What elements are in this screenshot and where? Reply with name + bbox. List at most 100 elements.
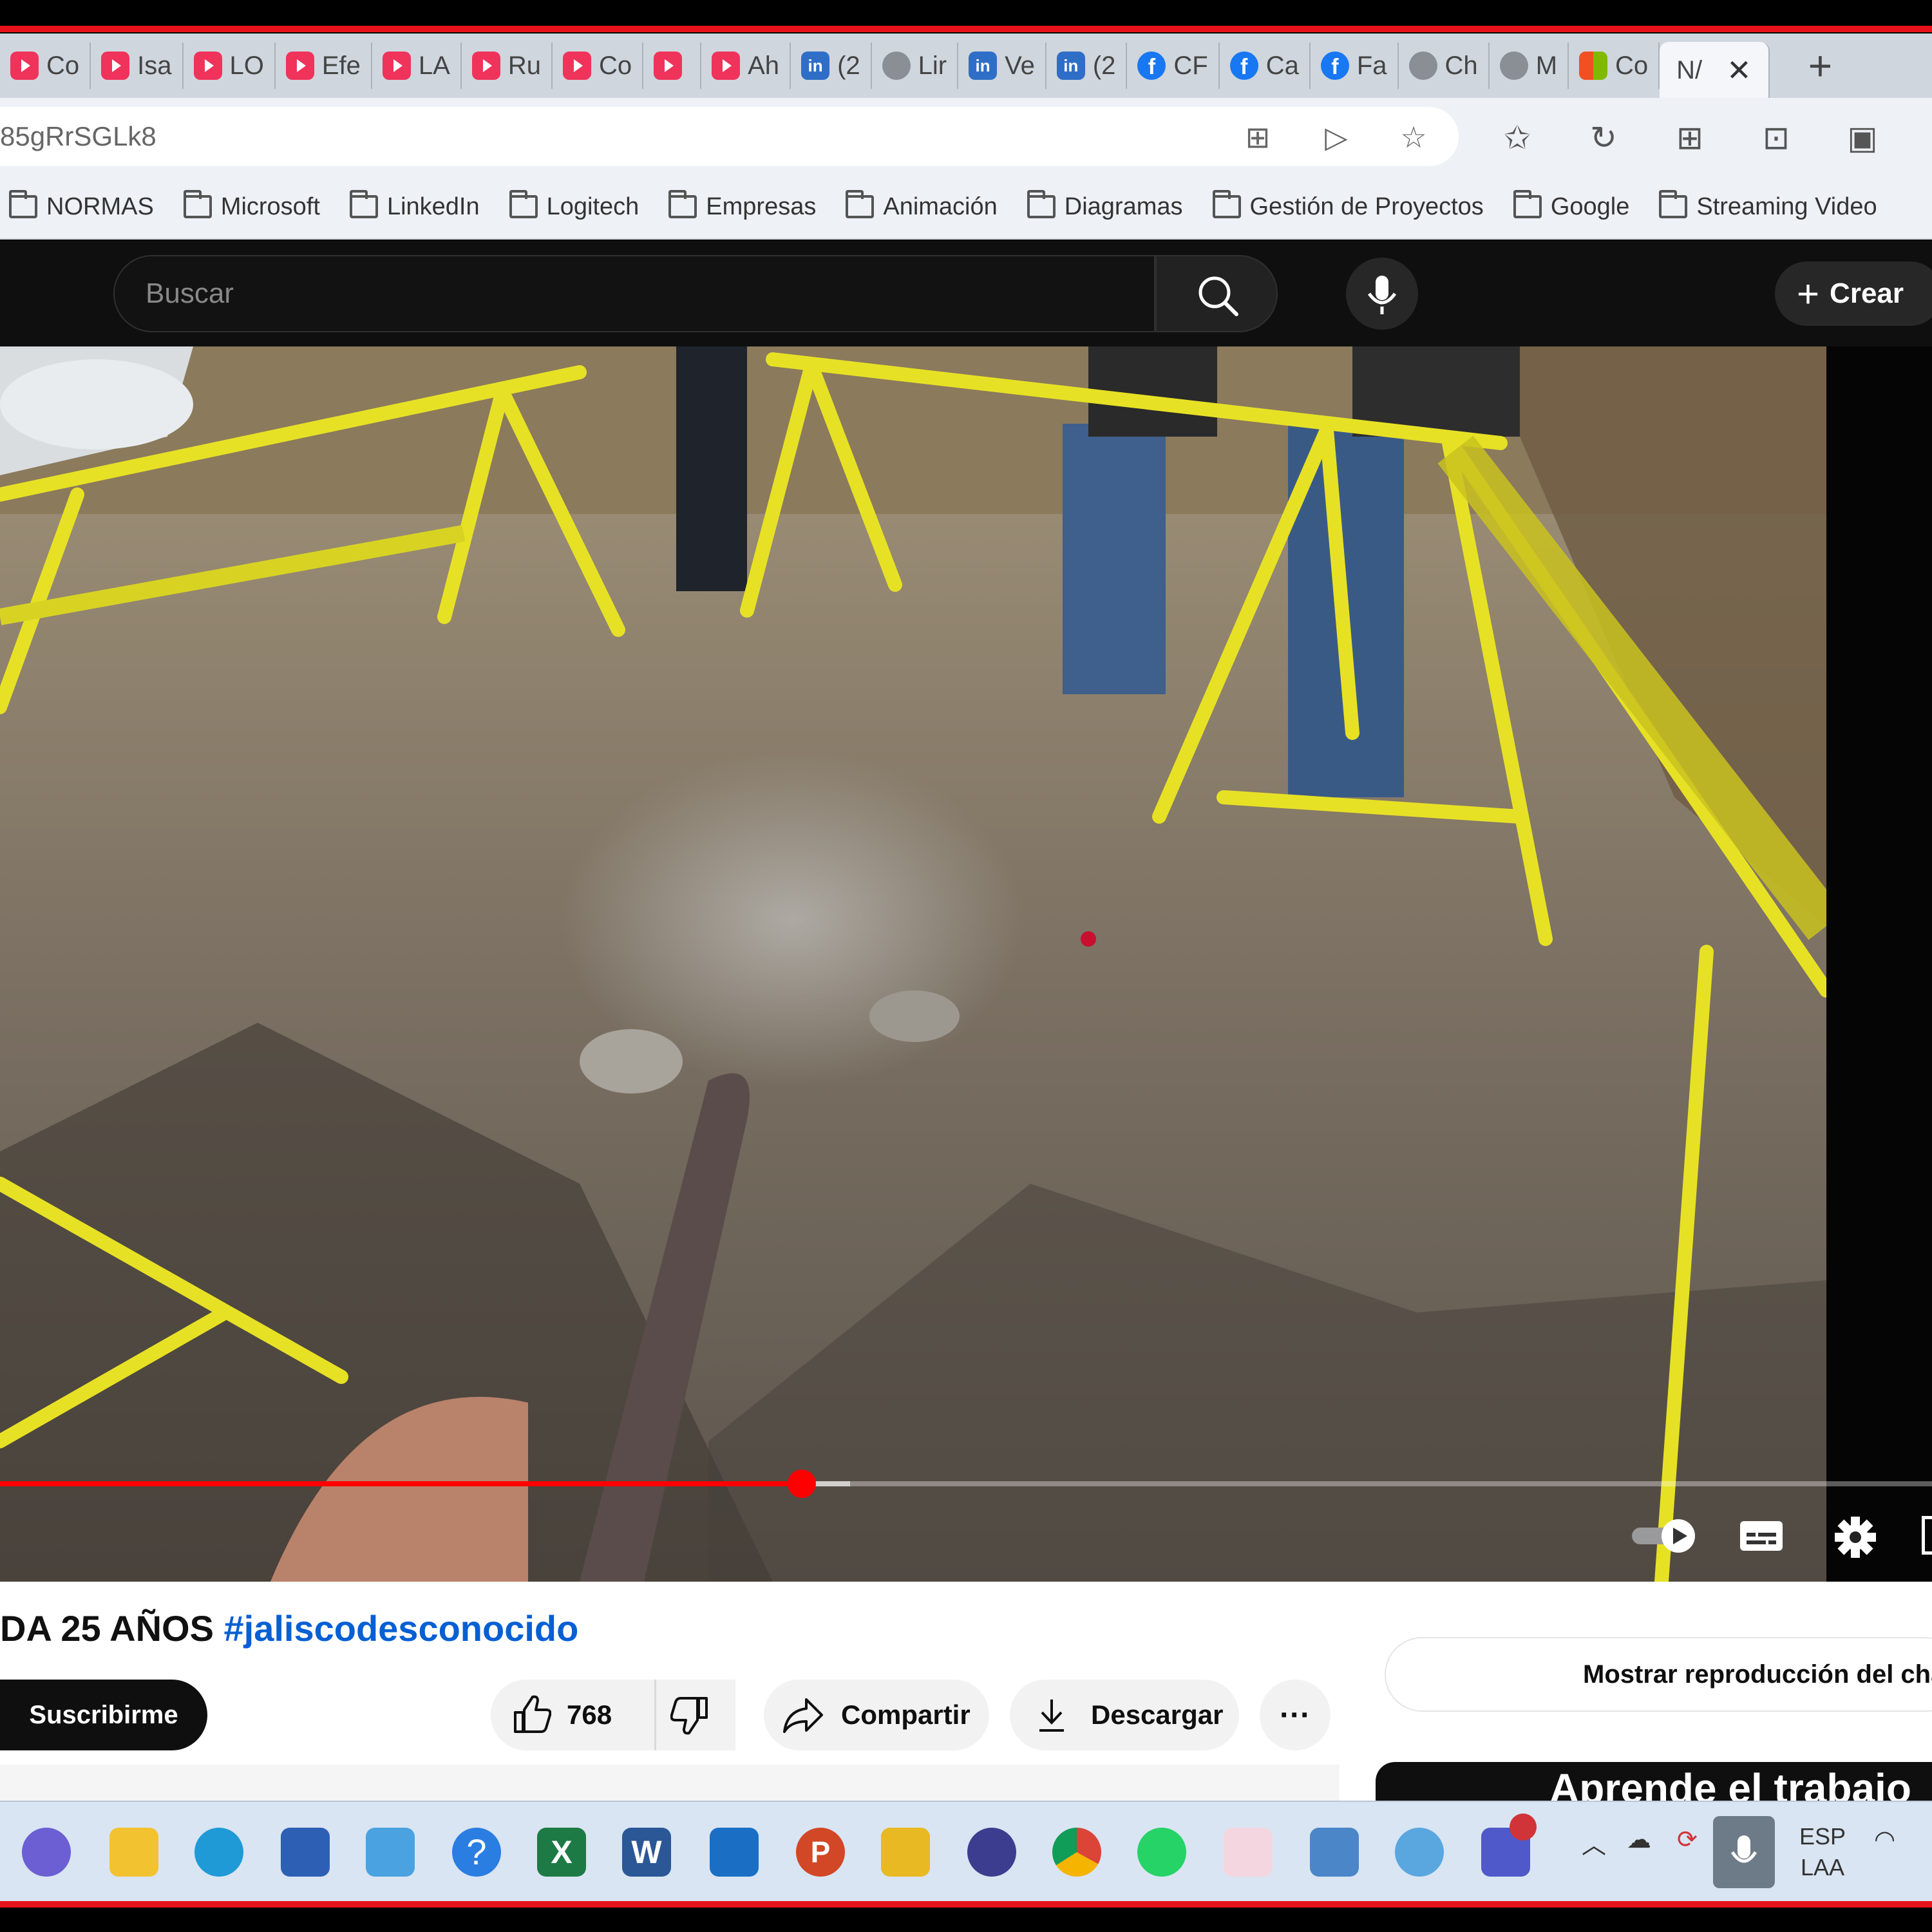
edge-icon[interactable] xyxy=(194,1828,243,1877)
browser-tab[interactable]: Co xyxy=(553,43,644,89)
tray-overflow-chevron-icon[interactable]: ︿ xyxy=(1582,1825,1606,1861)
download-icon xyxy=(1039,1700,1064,1732)
whatsapp-icon[interactable] xyxy=(1137,1828,1186,1877)
browser-tab[interactable]: f CF xyxy=(1127,43,1220,89)
subtitles-button[interactable] xyxy=(1739,1516,1784,1555)
folder-icon xyxy=(1212,190,1241,218)
autoplay-icon xyxy=(1632,1519,1695,1553)
browser-tab[interactable]: f Ca xyxy=(1220,43,1311,89)
progress-scrubber[interactable] xyxy=(788,1470,816,1498)
browser-tab[interactable]: Lir xyxy=(872,43,959,89)
snipping-tool-icon[interactable] xyxy=(1224,1828,1273,1877)
spotify-icon[interactable] xyxy=(967,1828,1016,1877)
excel-icon[interactable]: X xyxy=(537,1828,586,1877)
store-icon[interactable] xyxy=(281,1828,330,1877)
browser-tab[interactable]: in (2 xyxy=(791,43,872,89)
browser-tab[interactable]: in Ve xyxy=(958,43,1046,89)
sync-icon[interactable]: ⟳ xyxy=(1677,1825,1698,1854)
bookmark-folder[interactable]: Microsoft xyxy=(183,190,320,221)
bookmark-folder[interactable]: Streaming Video xyxy=(1659,190,1877,221)
video-player[interactable] xyxy=(0,346,1826,1582)
browser-tab[interactable]: f Fa xyxy=(1311,43,1399,89)
wifi-icon[interactable]: ◠ xyxy=(1874,1825,1895,1854)
maps-icon[interactable] xyxy=(1395,1828,1444,1877)
browser-tab[interactable]: Ah xyxy=(701,43,791,89)
sidebar-toggle-icon[interactable]: ▣ xyxy=(1843,118,1882,157)
browser-tab[interactable]: LO xyxy=(184,43,276,89)
search-input[interactable] xyxy=(146,256,1112,331)
browser-tab[interactable]: Co xyxy=(0,43,91,89)
dislike-button[interactable] xyxy=(654,1680,735,1750)
bookmark-folder[interactable]: Gestión de Proyectos xyxy=(1212,190,1484,221)
autoplay-toggle[interactable] xyxy=(1629,1516,1700,1555)
app-icon[interactable] xyxy=(366,1828,415,1877)
youtube-icon xyxy=(193,52,222,80)
settings-button[interactable] xyxy=(1834,1516,1877,1558)
voice-search-button[interactable] xyxy=(1346,258,1418,330)
browser-tab-label: (2 xyxy=(1092,51,1116,80)
bookmark-folder[interactable]: Logitech xyxy=(509,190,639,221)
video-title-hashtag[interactable]: #jaliscodesconocido xyxy=(223,1608,578,1649)
youtube-icon xyxy=(471,52,500,80)
close-tab-icon[interactable]: ✕ xyxy=(1727,53,1752,88)
chrome-icon[interactable] xyxy=(1052,1828,1101,1877)
folder-icon xyxy=(9,190,37,218)
favorite-star-icon[interactable]: ☆ xyxy=(1397,121,1430,153)
download-button[interactable]: Descargar xyxy=(1010,1680,1239,1750)
active-browser-tab[interactable]: N/ ✕ xyxy=(1660,42,1770,98)
address-bar[interactable]: 85gRrSGLk8 ⊞ ▷ ☆ xyxy=(0,107,1459,166)
app-grid-icon[interactable]: ⊞ xyxy=(1242,121,1274,153)
more-actions-button[interactable]: ··· xyxy=(1260,1680,1331,1750)
browser-tab[interactable]: Ch xyxy=(1399,43,1490,89)
browser-tab[interactable]: Co xyxy=(1569,43,1660,89)
bookmark-folder[interactable]: Empresas xyxy=(668,190,817,221)
url-text[interactable]: 85gRrSGLk8 xyxy=(0,121,156,152)
power-bi-icon[interactable] xyxy=(881,1828,930,1877)
browser-tab-label: (2 xyxy=(837,51,860,80)
subscribe-button[interactable]: Suscribirme xyxy=(0,1680,207,1750)
search-button[interactable] xyxy=(1155,255,1278,332)
share-button[interactable]: Compartir xyxy=(764,1680,989,1750)
microphone-tray-button[interactable] xyxy=(1713,1816,1775,1888)
browser-tab[interactable]: M xyxy=(1490,43,1569,89)
browser-tab[interactable]: Ru xyxy=(462,43,553,89)
video-title-text: DA 25 AÑOS xyxy=(0,1608,224,1649)
folder-icon xyxy=(1027,190,1056,218)
bookmark-folder[interactable]: Animación xyxy=(846,190,998,221)
outlook-icon[interactable] xyxy=(710,1828,759,1877)
show-chat-replay-button[interactable]: Mostrar reproducción del chat xyxy=(1385,1637,1932,1712)
input-language[interactable]: ESP LAA xyxy=(1799,1821,1846,1883)
browser-tab[interactable] xyxy=(643,43,702,89)
bookmark-label: Empresas xyxy=(706,193,817,220)
video-progress-bar[interactable] xyxy=(0,1470,1932,1498)
powerpoint-icon[interactable]: P xyxy=(796,1828,845,1877)
favorites-icon[interactable]: ✩ xyxy=(1498,118,1537,157)
video-title: DA 25 AÑOS #jaliscodesconocido xyxy=(0,1607,578,1649)
linkedin-icon: in xyxy=(969,52,998,80)
word-icon[interactable]: W xyxy=(622,1828,671,1877)
bookmark-folder[interactable]: LinkedIn xyxy=(349,190,480,221)
notepad-icon[interactable] xyxy=(1310,1828,1359,1877)
youtube-header: + Crear xyxy=(0,241,1932,346)
browser-tab[interactable]: Isa xyxy=(91,43,184,89)
help-icon[interactable]: ? xyxy=(452,1828,501,1877)
screenshot-icon[interactable]: ⊡ xyxy=(1757,118,1795,157)
collections-icon[interactable]: ⊞ xyxy=(1671,118,1709,157)
bookmark-folder[interactable]: NORMAS xyxy=(9,190,154,221)
browser-tab[interactable]: LA xyxy=(372,43,462,89)
create-label: Crear xyxy=(1830,278,1904,309)
miniplayer-icon[interactable] xyxy=(1922,1516,1932,1555)
teams-chat-icon[interactable] xyxy=(22,1828,71,1877)
onedrive-icon[interactable]: ☁ xyxy=(1627,1825,1651,1854)
file-explorer-icon[interactable] xyxy=(109,1828,158,1877)
browser-tab[interactable]: Efe xyxy=(276,43,372,89)
new-tab-button[interactable]: + xyxy=(1808,42,1832,90)
bookmark-folder[interactable]: Diagramas xyxy=(1027,190,1183,221)
browser-tab-label: Co xyxy=(598,51,632,80)
history-icon[interactable]: ↻ xyxy=(1584,118,1623,157)
media-cast-icon[interactable]: ▷ xyxy=(1320,121,1352,153)
create-button[interactable]: + Crear xyxy=(1775,261,1932,326)
browser-tab[interactable]: in (2 xyxy=(1046,43,1128,89)
browser-tab-label: CF xyxy=(1173,51,1208,80)
bookmark-folder[interactable]: Google xyxy=(1513,190,1629,221)
